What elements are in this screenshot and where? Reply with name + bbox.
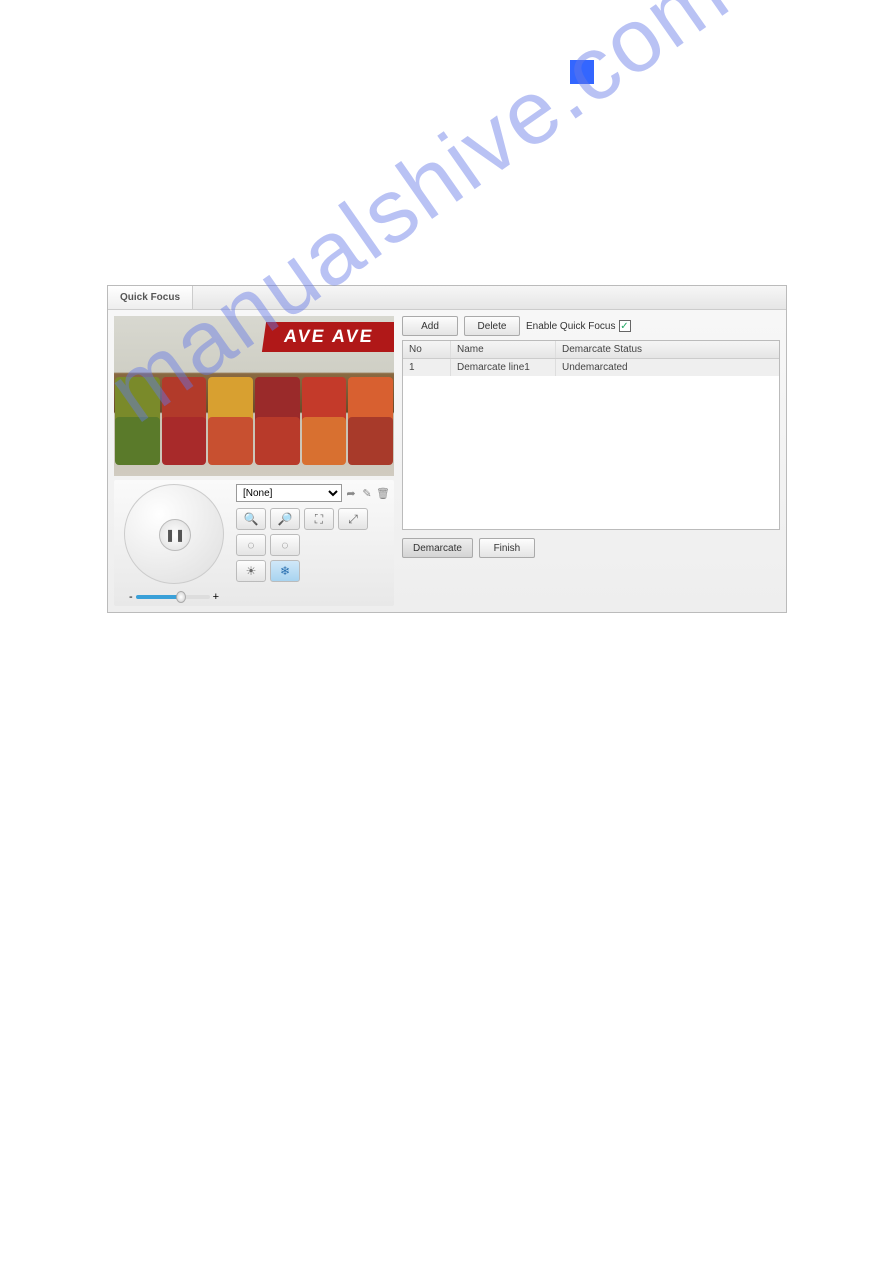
slider-plus-label: + bbox=[213, 591, 219, 603]
ptz-up-left-button[interactable] bbox=[139, 499, 156, 516]
dpad-container: ❚❚ - + bbox=[118, 484, 230, 602]
delete-button[interactable]: Delete bbox=[464, 316, 520, 336]
add-button[interactable]: Add bbox=[402, 316, 458, 336]
focus-near-icon: ◌ bbox=[247, 538, 254, 552]
light-icon: ☀ bbox=[246, 564, 257, 578]
toolbar-row: Add Delete Enable Quick Focus ✓ bbox=[402, 316, 780, 336]
ptz-down-left-button[interactable] bbox=[139, 553, 156, 570]
cell-no: 1 bbox=[403, 359, 451, 376]
ptz-right-button[interactable] bbox=[205, 529, 217, 541]
header-status: Demarcate Status bbox=[556, 341, 779, 358]
fullscreen-icon: ⤢ bbox=[348, 512, 358, 527]
wiper-button[interactable]: ❄ bbox=[270, 560, 300, 582]
left-column: AVE AVE bbox=[114, 316, 394, 606]
region-zoom-icon: ⛶ bbox=[315, 512, 323, 527]
zoom-in-icon: 🔍 bbox=[244, 512, 259, 526]
pause-icon: ❚❚ bbox=[165, 528, 185, 542]
demarcate-button[interactable]: Demarcate bbox=[402, 538, 473, 558]
preset-select[interactable]: [None] bbox=[236, 484, 342, 502]
ptz-up-right-button[interactable] bbox=[193, 499, 210, 516]
focus-far-icon: ◌ bbox=[281, 538, 288, 552]
zoom-in-button[interactable]: 🔍 bbox=[236, 508, 266, 530]
ptz-up-button[interactable] bbox=[169, 491, 181, 503]
header-no: No bbox=[403, 341, 451, 358]
finish-button[interactable]: Finish bbox=[479, 538, 535, 558]
video-preview[interactable]: AVE AVE bbox=[114, 316, 394, 476]
ptz-down-button[interactable] bbox=[169, 565, 181, 577]
slider-track[interactable] bbox=[136, 595, 210, 599]
demarcate-table: No Name Demarcate Status 1 Demarcate lin… bbox=[402, 340, 780, 530]
ptz-controls: ❚❚ - + [None] bbox=[114, 480, 394, 606]
wiper-icon: ❄ bbox=[280, 564, 290, 578]
delete-preset-icon[interactable]: 🗑 bbox=[376, 486, 390, 500]
zoom-out-button[interactable]: 🔎 bbox=[270, 508, 300, 530]
ptz-dpad: ❚❚ bbox=[124, 484, 224, 584]
zoom-out-icon: 🔎 bbox=[278, 512, 293, 526]
table-header: No Name Demarcate Status bbox=[403, 341, 779, 359]
light-button[interactable]: ☀ bbox=[236, 560, 266, 582]
enable-label-text: Enable Quick Focus bbox=[526, 321, 616, 332]
video-shelf bbox=[114, 416, 394, 466]
panel-content: AVE AVE bbox=[108, 310, 786, 612]
ptz-pause-button[interactable]: ❚❚ bbox=[159, 519, 191, 551]
video-sign-text: AVE AVE bbox=[283, 326, 376, 347]
header-name: Name bbox=[451, 341, 556, 358]
tab-bar: Quick Focus bbox=[108, 286, 786, 310]
table-row[interactable]: 1 Demarcate line1 Undemarcated bbox=[403, 359, 779, 376]
ptz-left-button[interactable] bbox=[131, 529, 143, 541]
cell-name: Demarcate line1 bbox=[451, 359, 556, 376]
video-sign: AVE AVE bbox=[262, 322, 394, 352]
focus-near-button[interactable]: ◌ bbox=[236, 534, 266, 556]
ptz-right-column: [None] ➦ ✎ 🗑 🔍 🔎 ⛶ ⤢ bbox=[236, 484, 390, 602]
right-column: Add Delete Enable Quick Focus ✓ No Name … bbox=[402, 316, 780, 606]
slider-minus-label: - bbox=[129, 591, 133, 603]
edit-preset-icon[interactable]: ✎ bbox=[360, 486, 374, 500]
cell-status: Undemarcated bbox=[556, 359, 779, 376]
slider-thumb[interactable] bbox=[176, 591, 186, 603]
ptz-down-right-button[interactable] bbox=[193, 553, 210, 570]
ptz-speed-slider[interactable]: - + bbox=[129, 592, 219, 602]
action-row: Demarcate Finish bbox=[402, 538, 780, 558]
goto-preset-icon[interactable]: ➦ bbox=[344, 486, 358, 500]
tab-quick-focus[interactable]: Quick Focus bbox=[108, 286, 193, 309]
enable-quick-focus-label[interactable]: Enable Quick Focus ✓ bbox=[526, 320, 631, 332]
enable-quick-focus-checkbox[interactable]: ✓ bbox=[619, 320, 631, 332]
focus-far-button[interactable]: ◌ bbox=[270, 534, 300, 556]
region-zoom-button[interactable]: ⛶ bbox=[304, 508, 334, 530]
decorative-square bbox=[570, 60, 594, 84]
quick-focus-panel: Quick Focus AVE AVE bbox=[107, 285, 787, 613]
preset-row: [None] ➦ ✎ 🗑 bbox=[236, 484, 390, 502]
ptz-button-grid: 🔍 🔎 ⛶ ⤢ ◌ ◌ ☀ ❄ bbox=[236, 508, 390, 582]
fullscreen-button[interactable]: ⤢ bbox=[338, 508, 368, 530]
